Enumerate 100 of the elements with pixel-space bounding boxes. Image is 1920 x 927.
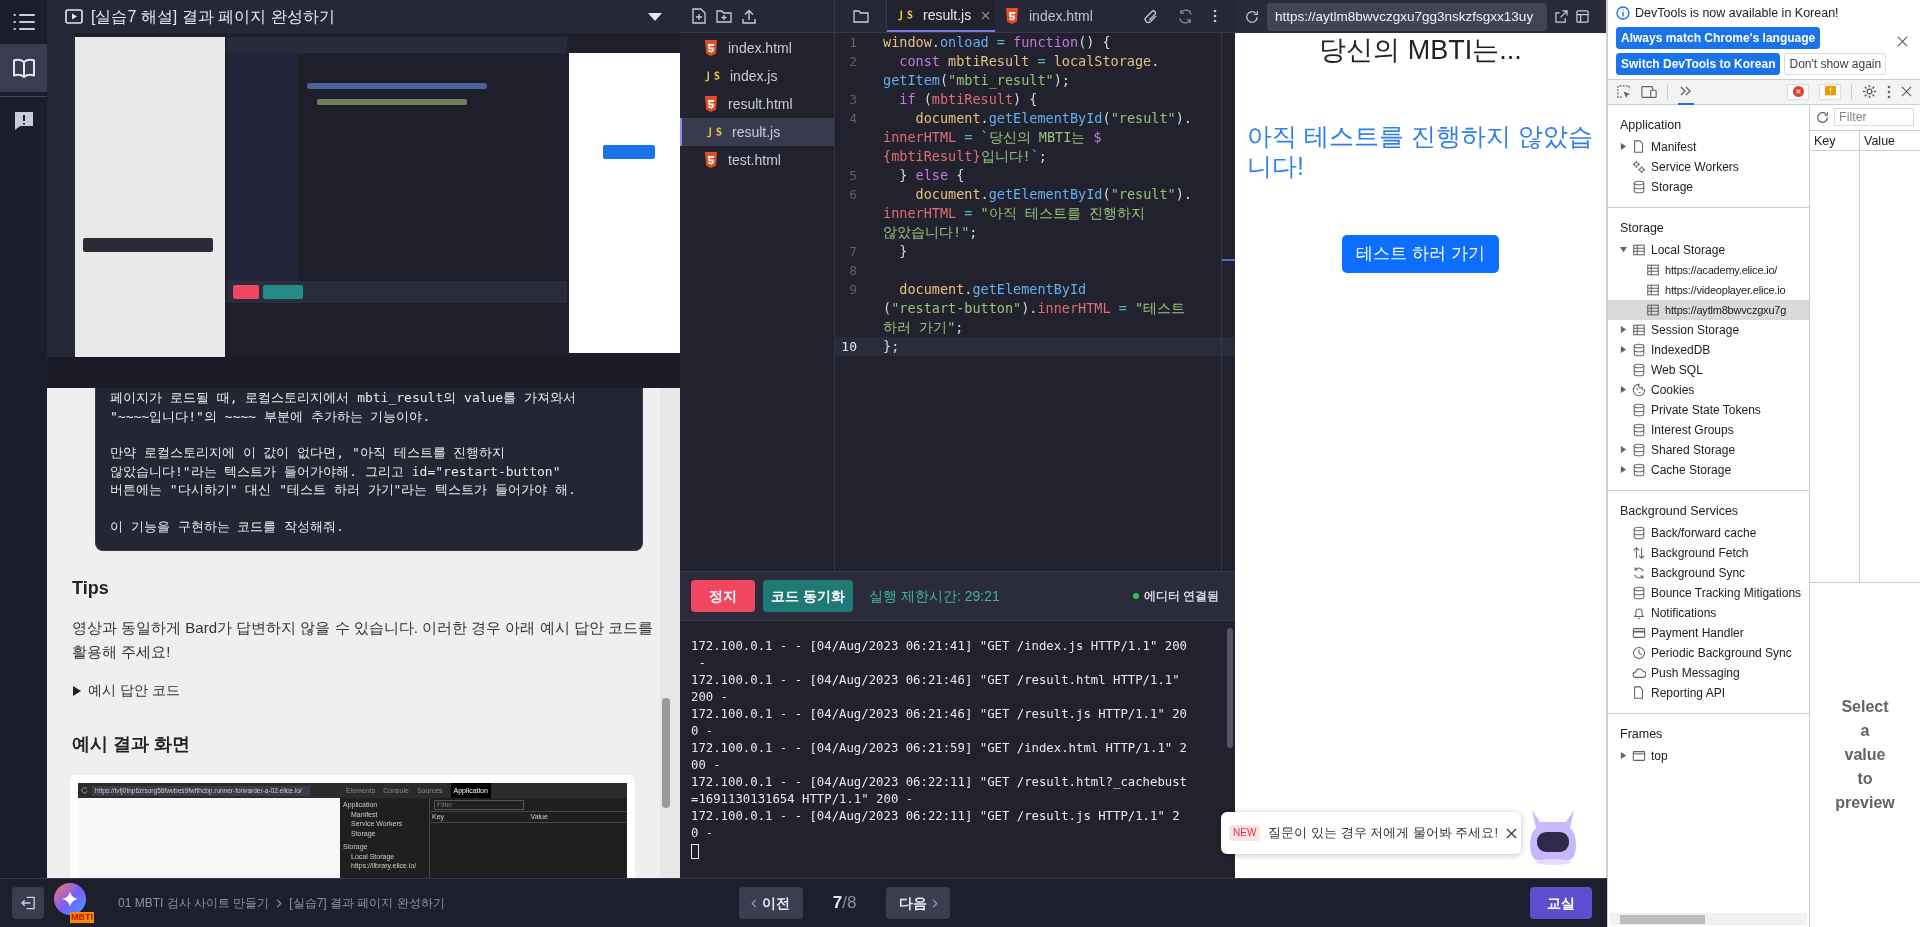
- tree-item[interactable]: Notifications: [1608, 602, 1809, 623]
- tree-item[interactable]: Cache Storage: [1608, 459, 1809, 480]
- folder-icon[interactable]: [852, 9, 869, 23]
- tree-item[interactable]: Cookies: [1608, 379, 1809, 400]
- infobar-button[interactable]: Don't show again: [1784, 52, 1887, 75]
- paperclip-icon[interactable]: [1144, 8, 1158, 24]
- tree-item[interactable]: Payment Handler: [1608, 622, 1809, 643]
- file-tree-item[interactable]: result.js: [680, 118, 834, 146]
- layout-icon[interactable]: [1576, 10, 1589, 23]
- tree-item[interactable]: Push Messaging: [1608, 662, 1809, 683]
- file-icon: [1632, 685, 1646, 700]
- scrollbar-thumb[interactable]: [1227, 628, 1233, 748]
- close-icon[interactable]: [981, 10, 991, 20]
- tree-item[interactable]: Private State Tokens: [1608, 399, 1809, 420]
- file-tree-item[interactable]: index.js: [680, 62, 834, 90]
- database-icon: [1632, 442, 1646, 457]
- column-header: Value: [1863, 132, 1897, 150]
- tree-item[interactable]: Interest Groups: [1608, 419, 1809, 440]
- tree-item[interactable]: https://academy.elice.io/: [1608, 259, 1809, 280]
- tree-item[interactable]: Bounce Tracking Mitigations: [1608, 582, 1809, 603]
- upload-icon[interactable]: [742, 8, 756, 24]
- tree-item[interactable]: Storage: [1608, 176, 1809, 197]
- close-icon[interactable]: [1901, 86, 1912, 98]
- tree-item[interactable]: Reporting API: [1608, 682, 1809, 703]
- line-number: 9: [848, 281, 857, 299]
- section-heading: Storage: [1619, 219, 1665, 237]
- exit-button[interactable]: [12, 887, 44, 919]
- stop-button[interactable]: 정지: [691, 580, 755, 612]
- editor-tab[interactable]: index.html: [995, 0, 1123, 32]
- assistant-popup[interactable]: NEW 질문이 있는 경우 저에게 물어봐 주세요!: [1221, 812, 1521, 854]
- refresh-icon[interactable]: [1816, 110, 1829, 124]
- file-tree-item[interactable]: index.html: [680, 34, 834, 62]
- editor-tab[interactable]: result.js: [887, 0, 995, 32]
- tree-item[interactable]: Manifest: [1608, 136, 1809, 157]
- database-icon: [1632, 462, 1646, 477]
- tree-item[interactable]: top: [1608, 745, 1809, 766]
- tree-item[interactable]: IndexedDB: [1608, 339, 1809, 360]
- settings-icon[interactable]: [1862, 84, 1877, 100]
- tree-item[interactable]: Periodic Background Sync: [1608, 642, 1809, 663]
- chevron-right-icon: [276, 898, 283, 908]
- prompt-paragraph: 이 기능을 구현하는 코드를 작성해줘.: [110, 517, 346, 536]
- js-file-icon: [704, 70, 720, 82]
- scrollbar-thumb[interactable]: [1620, 914, 1705, 924]
- collapsed-triangle-icon: [1620, 446, 1627, 454]
- url-field[interactable]: https://aytlm8bwvczgxu7gg3nskzfsgxx13uy: [1267, 2, 1547, 31]
- inspect-icon[interactable]: [1616, 84, 1631, 100]
- table-icon: [1646, 282, 1660, 297]
- classroom-button[interactable]: 교실: [1530, 887, 1592, 919]
- collapsed-triangle-icon: [1620, 346, 1627, 354]
- course-logo: MBTI: [54, 883, 94, 923]
- close-icon[interactable]: [1897, 36, 1908, 47]
- more-icon[interactable]: [1887, 84, 1891, 99]
- breadcrumb-link[interactable]: 01 MBTI 검사 사이트 만들기: [118, 894, 270, 912]
- open-external-icon[interactable]: [1555, 10, 1568, 23]
- section-heading: Background Services: [1619, 502, 1740, 520]
- book-icon: [11, 58, 36, 78]
- card-icon: [1632, 625, 1646, 640]
- next-button[interactable]: 다음: [886, 887, 951, 919]
- arrows-icon: [1632, 545, 1646, 560]
- error-badge[interactable]: [1787, 83, 1809, 100]
- tree-item[interactable]: https://videoplayer.elice.io: [1608, 279, 1809, 300]
- line-number: 6: [848, 186, 857, 204]
- infobar-button[interactable]: Always match Chrome's language: [1616, 26, 1821, 49]
- tree-item[interactable]: Background Sync: [1608, 562, 1809, 583]
- close-icon[interactable]: [1506, 827, 1517, 839]
- feedback-icon: [12, 109, 35, 132]
- time-limit-text: 실행 제한시간: 29:21: [869, 586, 1000, 606]
- file-tree-item[interactable]: test.html: [680, 146, 834, 174]
- scrollbar-thumb[interactable]: [662, 698, 670, 808]
- go-to-test-button[interactable]: 테스트 하러 가기: [1342, 235, 1499, 273]
- prompt-paragraph: 만약 로컬스토리지에 이 값이 없다면, "아직 테스트를 진행하지 않았습니다!"라는 텍스트가 들어가야해. 그리고 id="restart-button" 버튼에는 "다시하기" 대신 "테스트 하러 가기"라는 텍스트가 들어가야 해.: [110, 444, 577, 499]
- new-file-icon[interactable]: [692, 8, 706, 24]
- device-toolbar-icon[interactable]: [1641, 84, 1657, 99]
- dropdown-caret-icon[interactable]: [648, 12, 662, 21]
- file-tree-item[interactable]: result.html: [680, 90, 834, 118]
- reload-icon[interactable]: [1245, 9, 1259, 24]
- tree-item[interactable]: Back/forward cache: [1608, 522, 1809, 543]
- table-icon: [1632, 242, 1646, 257]
- infobar-button[interactable]: Switch DevTools to Korean: [1616, 52, 1781, 75]
- filter-field[interactable]: Filter: [1834, 108, 1914, 127]
- sync-code-button[interactable]: 코드 동기화: [763, 580, 853, 612]
- tree-item[interactable]: Background Fetch: [1608, 542, 1809, 563]
- code-line: }: [898, 242, 908, 261]
- refresh-icon[interactable]: [1178, 8, 1193, 24]
- tree-item[interactable]: https://aytlm8bwvczgxu7g: [1608, 299, 1809, 320]
- code-line: innerHTML = "아직 테스트를 진행하지: [883, 204, 1146, 223]
- tree-item[interactable]: Session Storage: [1608, 319, 1809, 340]
- section-heading: Frames: [1619, 725, 1664, 743]
- code-line: } else {: [898, 166, 965, 185]
- more-icon[interactable]: [1213, 9, 1217, 23]
- answer-code-toggle[interactable]: 예시 답안 코드: [72, 680, 640, 701]
- tree-item[interactable]: Shared Storage: [1608, 439, 1809, 460]
- tree-item[interactable]: Web SQL: [1608, 359, 1809, 380]
- html-file-icon: [704, 40, 718, 56]
- tree-item[interactable]: Service Workers: [1608, 156, 1809, 177]
- new-folder-icon[interactable]: [716, 9, 732, 23]
- code-line: {mbtiResult}입니다!`;: [883, 147, 1048, 166]
- code-line: 하러 가기";: [883, 318, 965, 337]
- tree-item[interactable]: Local Storage: [1608, 239, 1809, 260]
- previous-button[interactable]: 이전: [738, 887, 803, 919]
